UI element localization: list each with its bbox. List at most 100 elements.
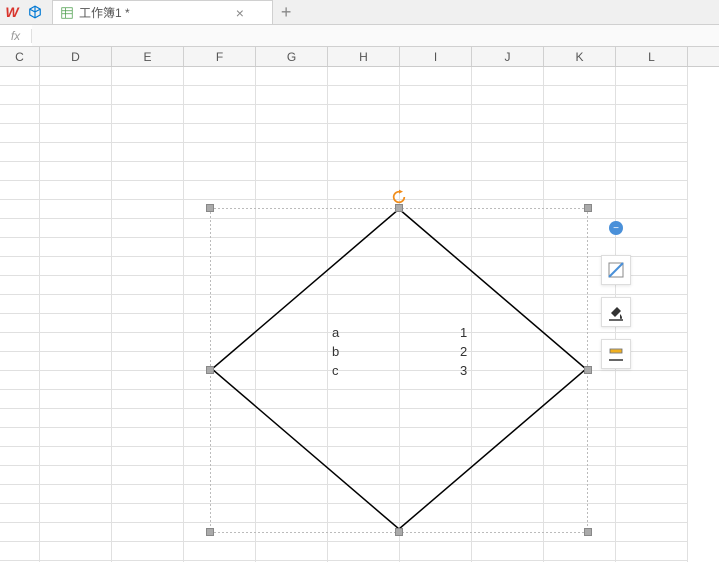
cell[interactable]: [112, 257, 184, 276]
cell[interactable]: [112, 162, 184, 181]
cell[interactable]: [112, 143, 184, 162]
cell[interactable]: [616, 485, 688, 504]
cube-icon[interactable]: [28, 5, 42, 19]
cell[interactable]: [256, 542, 328, 561]
cell[interactable]: [0, 428, 40, 447]
col-header-C[interactable]: C: [0, 47, 40, 66]
shape-fill-button[interactable]: [601, 297, 631, 327]
cell[interactable]: [472, 143, 544, 162]
cell[interactable]: [184, 181, 256, 200]
cell[interactable]: [0, 314, 40, 333]
cell[interactable]: [40, 295, 112, 314]
cell[interactable]: [40, 523, 112, 542]
cell[interactable]: [40, 257, 112, 276]
cell[interactable]: [0, 124, 40, 143]
cell[interactable]: [40, 314, 112, 333]
cell[interactable]: [40, 352, 112, 371]
cell[interactable]: [112, 504, 184, 523]
cell[interactable]: [0, 466, 40, 485]
cell[interactable]: [616, 542, 688, 561]
col-header-H[interactable]: H: [328, 47, 400, 66]
cell[interactable]: [112, 485, 184, 504]
cell[interactable]: [328, 124, 400, 143]
cell[interactable]: [112, 276, 184, 295]
cell[interactable]: [40, 181, 112, 200]
cell[interactable]: [544, 162, 616, 181]
cell[interactable]: [328, 181, 400, 200]
cell[interactable]: [184, 67, 256, 86]
col-header-K[interactable]: K: [544, 47, 616, 66]
shape-border-button[interactable]: [601, 339, 631, 369]
cell[interactable]: [472, 561, 544, 562]
cell[interactable]: [616, 162, 688, 181]
cell[interactable]: [112, 333, 184, 352]
col-header-E[interactable]: E: [112, 47, 184, 66]
cell[interactable]: [400, 181, 472, 200]
cell[interactable]: [0, 523, 40, 542]
cell[interactable]: [0, 200, 40, 219]
cell[interactable]: [616, 428, 688, 447]
shape-outline-button[interactable]: [601, 255, 631, 285]
cell[interactable]: [112, 105, 184, 124]
resize-handle-ne[interactable]: [584, 204, 592, 212]
cell[interactable]: [112, 561, 184, 562]
cell[interactable]: [256, 67, 328, 86]
cell[interactable]: [112, 200, 184, 219]
cell[interactable]: [0, 390, 40, 409]
cell[interactable]: [40, 143, 112, 162]
cell[interactable]: [328, 86, 400, 105]
cell[interactable]: [40, 200, 112, 219]
cell[interactable]: [112, 409, 184, 428]
cell[interactable]: [0, 257, 40, 276]
cell[interactable]: [472, 105, 544, 124]
cell[interactable]: [328, 561, 400, 562]
cell[interactable]: [184, 561, 256, 562]
cell[interactable]: [544, 561, 616, 562]
cell[interactable]: [616, 447, 688, 466]
cell[interactable]: [184, 162, 256, 181]
cell[interactable]: [544, 181, 616, 200]
cell[interactable]: [0, 276, 40, 295]
cell[interactable]: [256, 86, 328, 105]
cell[interactable]: [328, 143, 400, 162]
cell[interactable]: [184, 124, 256, 143]
cell[interactable]: [544, 542, 616, 561]
cell[interactable]: [0, 371, 40, 390]
tab-close-button[interactable]: ×: [136, 5, 264, 21]
col-header-J[interactable]: J: [472, 47, 544, 66]
cell[interactable]: [472, 162, 544, 181]
cell[interactable]: [472, 181, 544, 200]
cell[interactable]: [40, 276, 112, 295]
formula-input[interactable]: [32, 25, 719, 46]
cell[interactable]: [616, 371, 688, 390]
cell[interactable]: [400, 143, 472, 162]
resize-handle-sw[interactable]: [206, 528, 214, 536]
cell[interactable]: [616, 523, 688, 542]
resize-handle-e[interactable]: [584, 366, 592, 374]
cell[interactable]: [616, 561, 688, 562]
cell[interactable]: [40, 371, 112, 390]
cell[interactable]: [544, 143, 616, 162]
info-badge[interactable]: −: [609, 221, 623, 235]
cell[interactable]: [400, 67, 472, 86]
cell[interactable]: [328, 542, 400, 561]
cell[interactable]: [184, 86, 256, 105]
cell[interactable]: [256, 561, 328, 562]
add-tab-button[interactable]: +: [273, 2, 300, 23]
cell[interactable]: [400, 105, 472, 124]
workbook-tab[interactable]: 工作簿1 * ×: [52, 0, 273, 24]
diamond-shape-selection[interactable]: [210, 205, 588, 535]
cell[interactable]: [40, 219, 112, 238]
cell[interactable]: [616, 504, 688, 523]
cell[interactable]: [112, 181, 184, 200]
cell[interactable]: [0, 86, 40, 105]
cell[interactable]: [256, 105, 328, 124]
cell[interactable]: [0, 447, 40, 466]
cell[interactable]: [112, 371, 184, 390]
cell[interactable]: [616, 143, 688, 162]
cell[interactable]: [616, 466, 688, 485]
cell[interactable]: [472, 67, 544, 86]
cell[interactable]: [0, 485, 40, 504]
cell[interactable]: [40, 162, 112, 181]
cell[interactable]: [616, 390, 688, 409]
